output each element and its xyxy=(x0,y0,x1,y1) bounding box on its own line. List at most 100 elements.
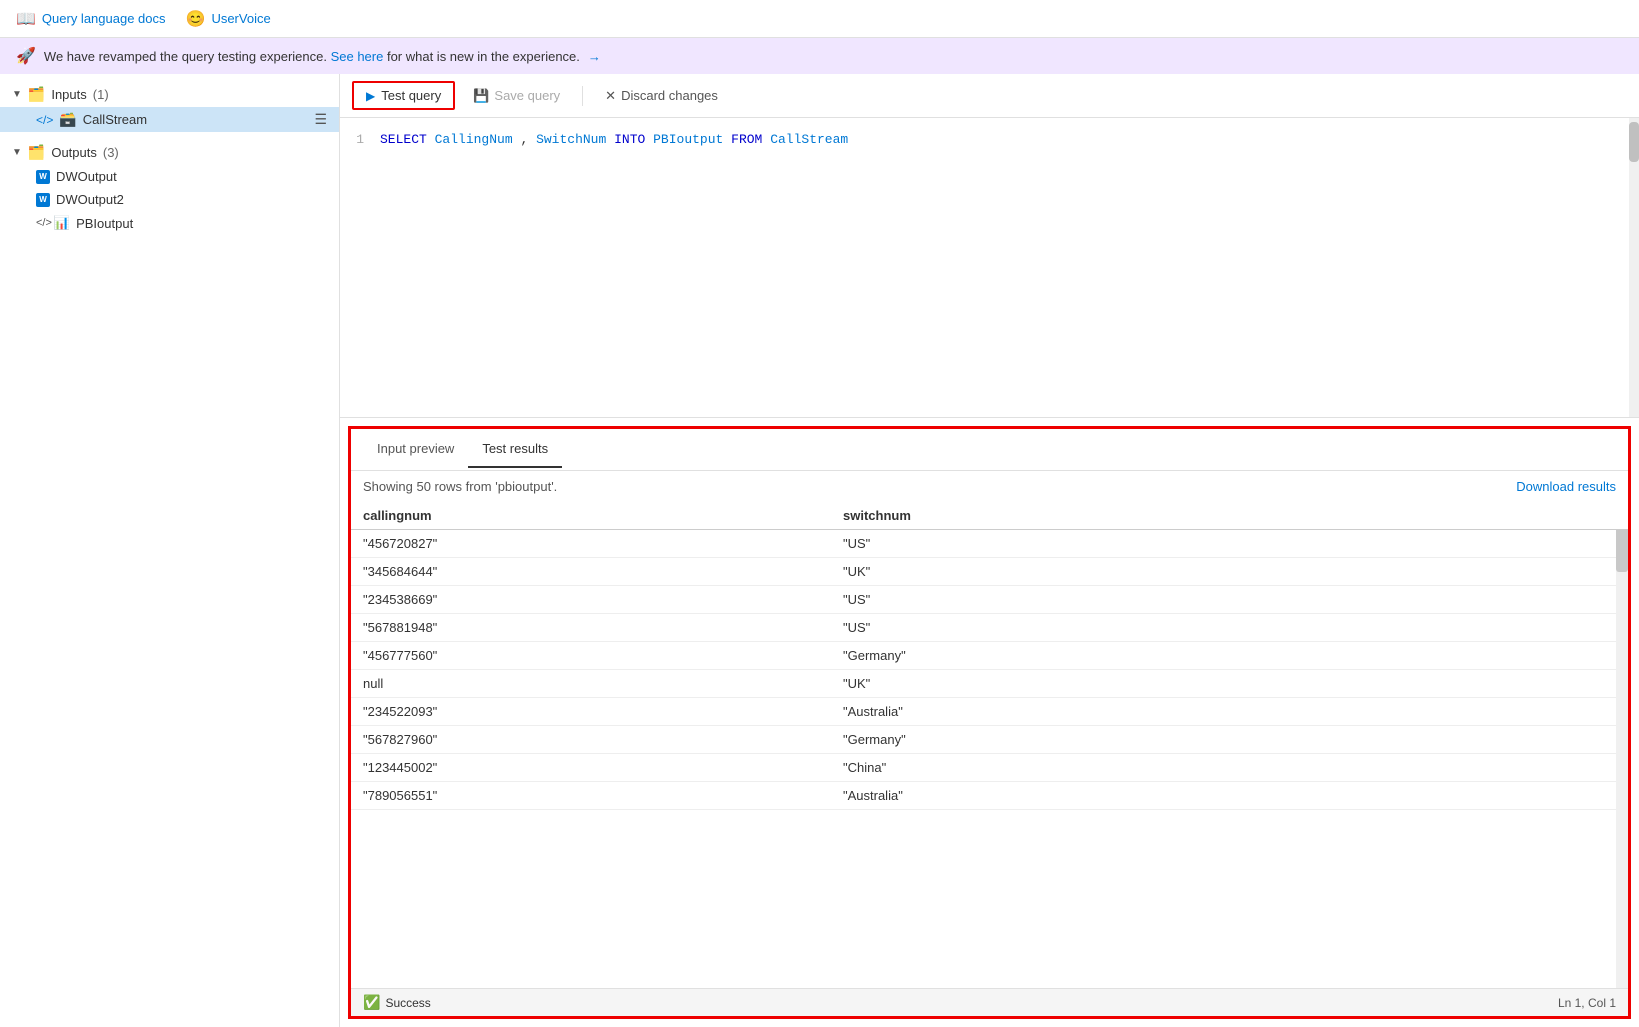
code-line-1: 1 SELECT CallingNum , SwitchNum INTO PBI… xyxy=(340,130,1639,151)
cell-callingnum: "567827960" xyxy=(363,732,843,747)
save-query-button[interactable]: 💾 Save query xyxy=(463,83,570,109)
uservoice-label: UserVoice xyxy=(211,11,270,26)
dw-output2-label: DWOutput2 xyxy=(56,192,124,207)
arrow-icon: → xyxy=(588,49,601,64)
table-row: "234522093""Australia" xyxy=(351,698,1628,726)
top-nav: 📖 Query language docs 😊 UserVoice xyxy=(0,0,1639,38)
comma1: , xyxy=(520,132,536,147)
main-layout: ▼ 🗂️ Inputs (1) </> 🗃️ CallStream ☰ ▼ 🗂️… xyxy=(0,74,1639,1027)
cell-switchnum: "China" xyxy=(843,760,1616,775)
table-name: CallStream xyxy=(770,132,848,147)
col-header-switchnum: switchnum xyxy=(843,508,1616,523)
tab-test-results[interactable]: Test results xyxy=(468,431,562,468)
test-query-button[interactable]: ▶ Test query xyxy=(352,81,455,110)
cell-callingnum: "234538669" xyxy=(363,592,843,607)
banner-text: We have revamped the query testing exper… xyxy=(44,49,580,64)
table-row: null"UK" xyxy=(351,670,1628,698)
table-row: "789056551""Australia" xyxy=(351,782,1628,810)
table-row: "567881948""US" xyxy=(351,614,1628,642)
results-table[interactable]: callingnum switchnum "456720827""US""345… xyxy=(351,502,1628,988)
query-docs-link[interactable]: 📖 Query language docs xyxy=(16,9,166,29)
toolbar-divider xyxy=(582,86,583,106)
line-number-1: 1 xyxy=(340,130,380,151)
callstream-label: CallStream xyxy=(83,112,147,127)
outputs-label: Outputs xyxy=(51,145,97,160)
cell-switchnum: "Germany" xyxy=(843,732,1616,747)
sidebar: ▼ 🗂️ Inputs (1) </> 🗃️ CallStream ☰ ▼ 🗂️… xyxy=(0,74,340,1027)
pbi-output-label: PBIoutput xyxy=(76,216,133,231)
code-editor[interactable]: 1 SELECT CallingNum , SwitchNum INTO PBI… xyxy=(340,118,1639,418)
discard-changes-label: Discard changes xyxy=(621,88,718,103)
cell-callingnum: "456777560" xyxy=(363,648,843,663)
test-query-label: Test query xyxy=(381,88,441,103)
cell-callingnum: "345684644" xyxy=(363,564,843,579)
cell-switchnum: "Germany" xyxy=(843,648,1616,663)
inputs-count: (1) xyxy=(93,87,109,102)
editor-scrollbar[interactable] xyxy=(1629,118,1639,417)
content-area: ▶ Test query 💾 Save query ✕ Discard chan… xyxy=(340,74,1639,1027)
toolbar: ▶ Test query 💾 Save query ✕ Discard chan… xyxy=(340,74,1639,118)
table-row: "345684644""UK" xyxy=(351,558,1628,586)
announcement-banner: 🚀 We have revamped the query testing exp… xyxy=(0,38,1639,74)
stream-icon: 🗃️ xyxy=(59,111,76,128)
keyword-select: SELECT xyxy=(380,132,427,147)
outputs-section: ▼ 🗂️ Outputs (3) W DWOutput W DWOutput2 … xyxy=(0,140,339,235)
outputs-toggle-icon: ▼ xyxy=(12,147,22,158)
cell-switchnum: "Australia" xyxy=(843,788,1616,803)
tab-input-preview-label: Input preview xyxy=(377,441,454,456)
dw-output-icon: W xyxy=(36,170,50,184)
callstream-item[interactable]: </> 🗃️ CallStream ☰ xyxy=(0,107,339,132)
table-header: callingnum switchnum xyxy=(351,502,1628,530)
results-scrollbar[interactable] xyxy=(1616,502,1628,988)
field-callingnum: CallingNum xyxy=(435,132,513,147)
code-line-content-1: SELECT CallingNum , SwitchNum INTO PBIou… xyxy=(380,130,848,151)
pbi-output-item[interactable]: </> 📊 PBIoutput xyxy=(0,211,339,235)
cell-callingnum: "456720827" xyxy=(363,536,843,551)
dw-output-item[interactable]: W DWOutput xyxy=(0,165,339,188)
inputs-section: ▼ 🗂️ Inputs (1) </> 🗃️ CallStream ☰ xyxy=(0,82,339,132)
dw-output2-item[interactable]: W DWOutput2 xyxy=(0,188,339,211)
keyword-into: INTO xyxy=(614,132,645,147)
outputs-header[interactable]: ▼ 🗂️ Outputs (3) xyxy=(0,140,339,165)
download-results-link[interactable]: Download results xyxy=(1516,479,1616,494)
uservoice-link[interactable]: 😊 UserVoice xyxy=(186,9,271,29)
tab-test-results-label: Test results xyxy=(482,441,548,456)
inputs-toggle-icon: ▼ xyxy=(12,89,22,100)
field-switchnum: SwitchNum xyxy=(536,132,606,147)
cell-switchnum: "Australia" xyxy=(843,704,1616,719)
table-row: "456777560""Germany" xyxy=(351,642,1628,670)
discard-changes-button[interactable]: ✕ Discard changes xyxy=(595,83,728,109)
banner-link[interactable]: See here xyxy=(331,49,384,64)
outputs-folder-icon: 🗂️ xyxy=(28,144,45,161)
code-icon: </> xyxy=(36,113,53,127)
output-name: PBIoutput xyxy=(653,132,723,147)
status-success: ✅ Success xyxy=(363,994,431,1011)
table-body: "456720827""US""345684644""UK""234538669… xyxy=(351,530,1628,810)
cell-callingnum: "123445002" xyxy=(363,760,843,775)
success-icon: ✅ xyxy=(363,994,380,1011)
editor-scrollbar-thumb[interactable] xyxy=(1629,122,1639,162)
cell-callingnum: "567881948" xyxy=(363,620,843,635)
save-icon: 💾 xyxy=(473,88,489,104)
rocket-icon: 🚀 xyxy=(16,46,36,66)
results-panel: Input preview Test results Showing 50 ro… xyxy=(348,426,1631,1019)
table-row: "567827960""Germany" xyxy=(351,726,1628,754)
tab-input-preview[interactable]: Input preview xyxy=(363,431,468,468)
cell-callingnum: "789056551" xyxy=(363,788,843,803)
cell-switchnum: "US" xyxy=(843,536,1616,551)
cell-callingnum: "234522093" xyxy=(363,704,843,719)
callstream-action-icon[interactable]: ☰ xyxy=(314,111,327,128)
results-header: Showing 50 rows from 'pbioutput'. Downlo… xyxy=(351,471,1628,502)
position-label: Ln 1, Col 1 xyxy=(1558,996,1616,1010)
cell-switchnum: "US" xyxy=(843,620,1616,635)
cell-callingnum: null xyxy=(363,676,843,691)
save-query-label: Save query xyxy=(494,88,560,103)
cell-switchnum: "UK" xyxy=(843,564,1616,579)
inputs-folder-icon: 🗂️ xyxy=(28,86,45,103)
smile-icon: 😊 xyxy=(186,9,206,29)
query-docs-label: Query language docs xyxy=(42,11,166,26)
dw-output-label: DWOutput xyxy=(56,169,117,184)
tabs-bar: Input preview Test results xyxy=(351,429,1628,471)
inputs-header[interactable]: ▼ 🗂️ Inputs (1) xyxy=(0,82,339,107)
table-row: "123445002""China" xyxy=(351,754,1628,782)
